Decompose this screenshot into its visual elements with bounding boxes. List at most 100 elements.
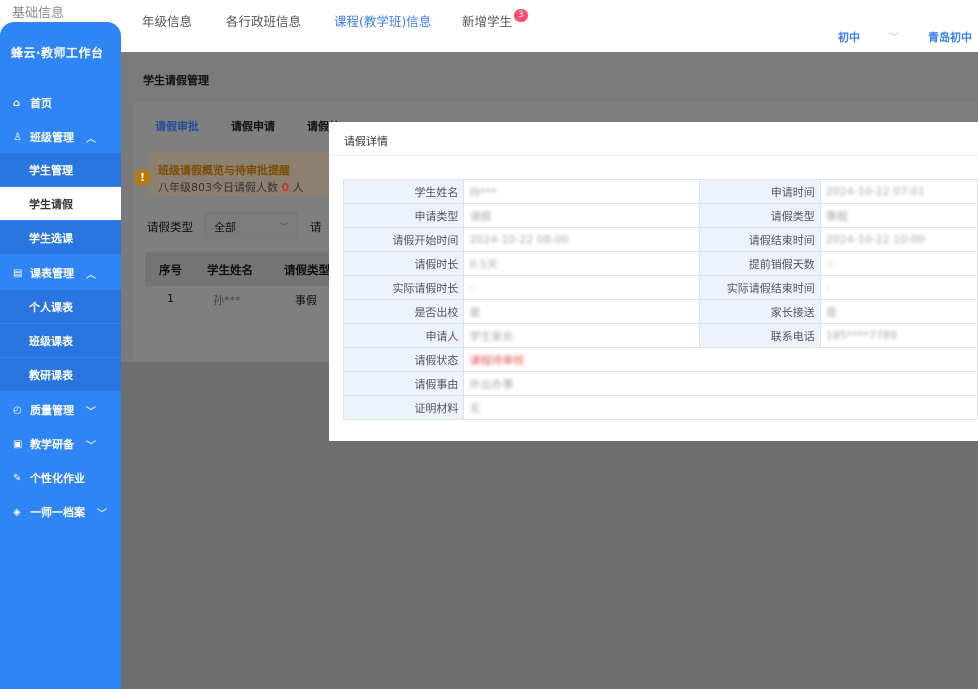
tab-leave-request[interactable]: 请假申请: [231, 118, 275, 134]
warning-text-prefix: 八年级803今日请假人数: [158, 181, 278, 194]
sidebar-item-teaching-research[interactable]: ▣ 教学研备 ﹀: [0, 428, 121, 460]
actual-duration-value: -: [463, 275, 701, 300]
tab-course-info[interactable]: 课程(教学班)信息: [334, 11, 431, 30]
field-label: 家长接送: [699, 299, 821, 324]
table-row: 请假事由 外出办事: [342, 371, 978, 396]
end-time-value: 2024-10-22 10:00: [819, 227, 978, 252]
sidebar-item-schedule-mgmt[interactable]: ▤ 课表管理 ︿: [0, 257, 121, 289]
warning-text-suffix: 人: [292, 181, 304, 194]
book-icon: ▣: [13, 438, 23, 450]
parent-pickup-value: 是: [819, 299, 978, 324]
leave-count: 0: [281, 181, 290, 194]
field-label: 提前销假天数: [699, 251, 821, 276]
actual-end-value: -: [819, 275, 978, 300]
table-row: 请假开始时间 2024-10-22 08:00 请假结束时间 2024-10-2…: [342, 227, 978, 252]
warning-icon: !: [134, 169, 151, 186]
users-icon: ♙: [13, 131, 22, 143]
tab-grade-info[interactable]: 年级信息: [142, 11, 192, 30]
sidebar-item-personal-homework[interactable]: ✎ 个性化作业: [0, 462, 121, 494]
warning-text: 八年级803今日请假人数 0 人: [158, 179, 304, 195]
applicant-value: 学生家长: [463, 323, 701, 348]
leave-type-value: 事假: [819, 203, 978, 228]
field-label: 请假类型: [699, 203, 821, 228]
start-time-value: 2024-10-22 08:00: [463, 227, 701, 252]
row-student-name[interactable]: 孙***: [213, 292, 241, 308]
sidebar-item-label: 班级课表: [29, 334, 73, 348]
leave-type-label: 请假类型: [147, 220, 193, 234]
leave-detail-table: 学生姓名 孙*** 申请时间 2024-10-22 07:01 申请类型 请假 …: [342, 179, 978, 420]
advance-days-value: --: [819, 251, 978, 276]
sidebar-item-label: 个人课表: [29, 300, 73, 314]
sidebar-item-quality-mgmt[interactable]: ◴ 质量管理 ﹀: [0, 394, 121, 426]
sidebar-item-personal-schedule[interactable]: 个人课表: [0, 290, 121, 323]
sidebar-item-class-schedule[interactable]: 班级课表: [0, 324, 121, 357]
chevron-down-icon[interactable]: ﹀: [889, 29, 899, 44]
sidebar-item-label: 教学研备: [30, 438, 74, 451]
table-row: 是否出校 是 家长接送 是: [342, 299, 978, 324]
gauge-icon: ◴: [13, 404, 22, 416]
layers-icon: ◈: [13, 506, 21, 518]
sidebar-item-label: 学生选课: [29, 231, 73, 245]
sidebar-item-label: 课表管理: [30, 267, 74, 280]
filter-label-2: 请: [310, 220, 322, 234]
chevron-down-icon: ﹀: [279, 223, 289, 233]
tab-new-students-label: 新增学生: [462, 14, 513, 29]
sidebar-item-class-mgmt[interactable]: ♙ 班级管理 ︿: [0, 121, 121, 153]
page-title: 学生请假管理: [143, 74, 209, 87]
sidebar: 蜂云·教师工作台 ⌂ 首页 ♙ 班级管理 ︿ 学生管理 学生请假 学生选课 ▤ …: [0, 22, 121, 689]
field-label: 请假结束时间: [699, 227, 821, 252]
new-students-badge: 3: [514, 9, 528, 22]
app-title: 蜂云·教师工作台: [11, 46, 104, 60]
field-label: 请假状态: [342, 347, 465, 372]
warning-title: 班级请假概览与待审批提醒: [158, 164, 290, 177]
column-header-index: 序号: [159, 263, 182, 277]
row-index: 1: [167, 292, 174, 305]
chevron-down-icon: ﹀: [86, 440, 96, 452]
sidebar-item-student-leave[interactable]: 学生请假: [0, 187, 121, 220]
table-row: 证明材料 无: [342, 395, 978, 420]
field-label: 实际请假时长: [342, 275, 465, 300]
table-row: 实际请假时长 - 实际请假结束时间 -: [342, 275, 978, 300]
field-label: 申请时间: [699, 179, 821, 204]
field-label: 请假事由: [342, 371, 465, 396]
sidebar-item-research-schedule[interactable]: 教研课表: [0, 358, 121, 391]
chevron-up-icon: ︿: [86, 133, 96, 145]
sidebar-item-label: 质量管理: [30, 404, 74, 417]
tab-admin-class-info[interactable]: 各行政班信息: [226, 11, 301, 30]
field-label: 申请人: [342, 323, 465, 348]
sidebar-item-label: 一师一档案: [30, 506, 85, 519]
top-tab-bar: 年级信息 各行政班信息 课程(教学班)信息 新增学生 3 初中 ﹀ 青岛初中: [118, 0, 978, 52]
home-icon: ⌂: [13, 97, 21, 109]
sidebar-item-label: 个性化作业: [30, 472, 85, 485]
leave-type-value: 全部: [214, 221, 236, 234]
leave-type-select[interactable]: 全部 ﹀: [204, 212, 298, 238]
table-row: 学生姓名 孙*** 申请时间 2024-10-22 07:01: [342, 179, 978, 204]
pen-icon: ✎: [13, 472, 22, 484]
phone-value: 185****7789: [819, 323, 978, 348]
apply-type-value: 请假: [463, 203, 701, 228]
leave-school-value: 是: [463, 299, 701, 324]
column-header-type: 请假类型: [284, 263, 330, 277]
sidebar-item-label: 学生管理: [29, 163, 73, 177]
modal-title: 请假详情: [329, 122, 978, 156]
sidebar-item-home[interactable]: ⌂ 首页: [0, 87, 121, 119]
school-level-select[interactable]: 初中: [838, 29, 860, 45]
field-label: 联系电话: [699, 323, 821, 348]
duration-value: 0.5天: [463, 251, 701, 276]
tab-leave-approval[interactable]: 请假审批: [155, 118, 199, 134]
table-row: 申请类型 请假 请假类型 事假: [342, 203, 978, 228]
apply-time-value: 2024-10-22 07:01: [819, 179, 978, 204]
tab-new-students[interactable]: 新增学生 3: [462, 9, 528, 30]
proof-value: 无: [463, 395, 978, 420]
leave-detail-modal: 请假详情 学生姓名 孙*** 申请时间 2024-10-22 07:01 申请类…: [329, 122, 978, 441]
field-label: 申请类型: [342, 203, 465, 228]
table-row: 请假状态 课程待审核: [342, 347, 978, 372]
sidebar-item-student-mgmt[interactable]: 学生管理: [0, 153, 121, 186]
school-name[interactable]: 青岛初中: [928, 29, 972, 45]
sidebar-item-teacher-profile[interactable]: ◈ 一师一档案 ﹀: [0, 496, 121, 528]
table-row: 请假时长 0.5天 提前销假天数 --: [342, 251, 978, 276]
field-label: 学生姓名: [342, 179, 465, 204]
sidebar-item-student-course[interactable]: 学生选课: [0, 221, 121, 254]
sidebar-item-label: 班级管理: [30, 131, 74, 144]
chevron-down-icon: ﹀: [86, 406, 96, 418]
